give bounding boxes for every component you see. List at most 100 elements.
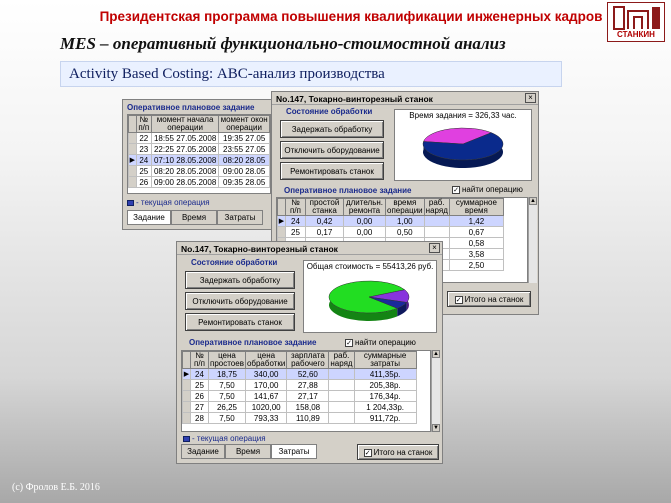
table-row[interactable]: 26 09:00 28.05.2008 09:35 28.05 [128, 176, 270, 188]
tab-1[interactable]: Время [171, 210, 217, 225]
table-row[interactable]: 28 7,50 793,33 110,89 911,72р. [182, 412, 417, 424]
cost-total-checkbox[interactable]: ✓ [363, 448, 372, 457]
row-pointer [182, 390, 191, 402]
cost-find-op[interactable]: ✓ найти операцию [345, 338, 416, 347]
scroll-down-icon[interactable]: ▼ [432, 424, 440, 432]
back-legend: - текущая операция [127, 198, 210, 207]
table-cell: 340,00 [244, 368, 288, 380]
table-cell: 09:35 28.05 [218, 176, 270, 188]
column-header[interactable]: длительн. ремонта [343, 198, 386, 216]
time-delay-button[interactable]: Задержать обработку [280, 120, 384, 138]
row-pointer [128, 132, 137, 144]
cost-delay-button[interactable]: Задержать обработку [185, 271, 295, 289]
table-cell: 26 [190, 390, 209, 402]
table-cell [328, 401, 355, 413]
tab-0[interactable]: Задание [127, 210, 171, 225]
row-pointer [128, 176, 137, 188]
column-header[interactable]: цена обработки [244, 351, 288, 369]
table-cell: 911,72р. [353, 412, 417, 424]
column-header[interactable]: суммарные затраты [353, 351, 417, 369]
column-header[interactable]: № п/п [285, 198, 306, 216]
table-row[interactable]: 27 26,25 1020,00 158,08 1 204,33р. [182, 401, 417, 413]
table-row[interactable]: 25 0,17 0,00 0,50 0,67 [277, 226, 504, 238]
table-cell [328, 368, 355, 380]
table-row[interactable]: 25 7,50 170,00 27,88 205,38р. [182, 379, 417, 391]
table-cell: 0,17 [305, 226, 344, 238]
column-header[interactable]: № п/п [135, 115, 152, 133]
table-cell: 110,89 [286, 412, 330, 424]
tab-0[interactable]: Задание [181, 444, 225, 459]
tab-2[interactable]: Затраты [217, 210, 263, 225]
table-cell: 0,58 [448, 237, 504, 249]
tab-2[interactable]: Затраты [271, 444, 317, 459]
table-cell [328, 390, 355, 402]
table-cell: 24 [190, 368, 209, 380]
table-row[interactable]: 22 18:55 27.05.2008 19:35 27.05 [128, 132, 270, 144]
table-cell: 1,00 [385, 215, 425, 227]
table-row[interactable]: 25 08:20 28.05.2008 09:00 28.05 [128, 165, 270, 177]
column-header[interactable]: зарплата рабочего [286, 351, 330, 369]
column-header[interactable]: № п/п [190, 351, 209, 369]
cost-summary: Общая стоимость = 55413,26 руб. [306, 262, 434, 271]
cost-repair-button[interactable]: Ремонтировать станок [185, 313, 295, 331]
column-header[interactable]: цена простоев [208, 351, 246, 369]
table-row[interactable]: ▶ 24 0,42 0,00 1,00 1,42 [277, 215, 504, 227]
column-header[interactable]: время операции [385, 198, 425, 216]
column-header[interactable]: суммарное время [448, 198, 504, 216]
time-total-checkbox[interactable]: ✓ [454, 295, 463, 304]
time-disable-button[interactable]: Отключить оборудование [280, 141, 384, 159]
table-row[interactable]: 23 22:25 27.05.2008 23:55 27.05 [128, 143, 270, 155]
cost-window: No.147, Токарно-винторезный станок × Сос… [176, 241, 443, 464]
copyright-footer: (с) Фролов Е.Б. 2016 [12, 482, 100, 493]
cost-tabs: Задание Время Затраты [181, 444, 317, 459]
time-find-checkbox[interactable]: ✓ [452, 185, 460, 194]
column-header[interactable]: момент начала операции [150, 115, 220, 133]
table-cell: 27,17 [286, 390, 330, 402]
row-pointer: ▶ [277, 215, 286, 227]
time-close-button[interactable]: × [525, 93, 536, 103]
column-header[interactable]: простой станка [305, 198, 344, 216]
table-cell: 18,75 [208, 368, 246, 380]
table-cell [423, 226, 450, 238]
cost-window-title[interactable]: No.147, Токарно-винторезный станок [177, 242, 442, 255]
table-cell: 170,00 [244, 379, 288, 391]
time-scrollbar[interactable]: ▲ [528, 197, 537, 283]
tab-1[interactable]: Время [225, 444, 271, 459]
row-pointer-header [277, 198, 286, 216]
table-cell: 7,50 [208, 379, 246, 391]
table-cell: 1020,00 [244, 401, 288, 413]
table-cell: 0,50 [385, 226, 425, 238]
time-total-button[interactable]: ✓ Итого на станок [447, 291, 531, 307]
row-pointer-header [182, 351, 191, 369]
time-plan-label: Оперативное плановое задание [284, 186, 412, 195]
cost-state-label: Состояние обработки [191, 258, 278, 267]
table-cell: 19:35 27.05 [218, 132, 270, 144]
table-row[interactable]: 26 7,50 141,67 27,17 176,34р. [182, 390, 417, 402]
table-cell: 24 [135, 154, 152, 166]
column-header[interactable]: раб. наряд [328, 351, 355, 369]
row-pointer [277, 226, 286, 238]
table-cell: 1 204,33р. [353, 401, 417, 413]
cost-find-checkbox[interactable]: ✓ [345, 338, 353, 347]
time-find-op[interactable]: ✓ найти операцию [452, 185, 523, 194]
table-cell: 0,42 [305, 215, 344, 227]
cost-close-button[interactable]: × [429, 243, 440, 253]
table-cell: 1,42 [448, 215, 504, 227]
cost-scrollbar[interactable]: ▲ ▼ [431, 350, 440, 432]
cost-total-button[interactable]: ✓ Итого на станок [357, 444, 439, 460]
row-pointer: ▶ [182, 368, 191, 380]
table-row[interactable]: ▶ 24 07:10 28.05.2008 08:20 28.05 [128, 154, 270, 166]
time-repair-button[interactable]: Ремонтировать станок [280, 162, 384, 180]
scroll-up-icon[interactable]: ▲ [529, 197, 537, 205]
back-tabs: Задание Время Затраты [127, 210, 263, 225]
row-pointer [182, 401, 191, 413]
time-window-title[interactable]: No.147, Токарно-винторезный станок [272, 92, 538, 105]
column-header[interactable]: момент окон операции [218, 115, 270, 133]
table-row[interactable]: ▶ 24 18,75 340,00 52,60 411,35р. [182, 368, 417, 380]
table-cell: 09:00 28.05.2008 [150, 176, 220, 188]
cost-disable-button[interactable]: Отключить оборудование [185, 292, 295, 310]
column-header[interactable]: раб. наряд [423, 198, 450, 216]
table-cell: 18:55 27.05.2008 [150, 132, 220, 144]
scroll-up-icon[interactable]: ▲ [432, 350, 440, 358]
table-cell: 411,35р. [353, 368, 417, 380]
